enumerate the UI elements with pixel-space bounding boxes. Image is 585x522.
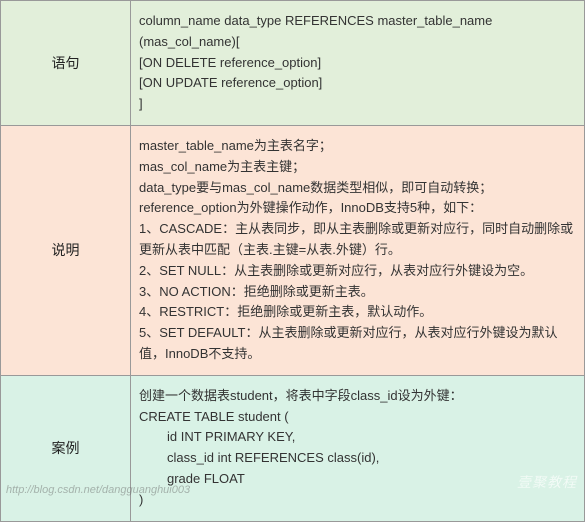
desc-line: 4、RESTRICT：拒绝删除或更新主表，默认动作。 — [139, 302, 576, 323]
row-example: 案例 创建一个数据表student，将表中字段class_id设为外键： CRE… — [1, 375, 585, 521]
label-description: 说明 — [1, 125, 131, 375]
desc-line: master_table_name为主表名字； — [139, 136, 576, 157]
example-line: ) — [139, 490, 576, 511]
syntax-line: column_name data_type REFERENCES master_… — [139, 11, 576, 32]
syntax-line: [ON UPDATE reference_option] — [139, 73, 576, 94]
watermark-url: http://blog.csdn.net/dangguanghui003 — [6, 484, 190, 496]
content-description: master_table_name为主表名字； mas_col_name为主表主… — [131, 125, 585, 375]
watermark-brand: 壹聚教程 — [517, 472, 577, 492]
desc-line: reference_option为外键操作动作，InnoDB支持5种，如下： — [139, 198, 576, 219]
desc-line: 3、NO ACTION：拒绝删除或更新主表。 — [139, 282, 576, 303]
reference-table: 语句 column_name data_type REFERENCES mast… — [0, 0, 585, 522]
label-example: 案例 — [1, 375, 131, 521]
desc-line: 2、SET NULL：从主表删除或更新对应行，从表对应行外键设为空。 — [139, 261, 576, 282]
row-description: 说明 master_table_name为主表名字； mas_col_name为… — [1, 125, 585, 375]
row-syntax: 语句 column_name data_type REFERENCES mast… — [1, 1, 585, 126]
example-line: CREATE TABLE student ( — [139, 407, 576, 428]
content-syntax: column_name data_type REFERENCES master_… — [131, 1, 585, 126]
syntax-line: [ON DELETE reference_option] — [139, 53, 576, 74]
content-example: 创建一个数据表student，将表中字段class_id设为外键： CREATE… — [131, 375, 585, 521]
example-line: id INT PRIMARY KEY, — [139, 427, 576, 448]
syntax-line: (mas_col_name)[ — [139, 32, 576, 53]
desc-line: 5、SET DEFAULT：从主表删除或更新对应行，从表对应行外键设为默认值，I… — [139, 323, 576, 365]
label-syntax: 语句 — [1, 1, 131, 126]
desc-line: mas_col_name为主表主键； — [139, 157, 576, 178]
desc-line: 1、CASCADE：主从表同步，即从主表删除或更新对应行，同时自动删除或更新从表… — [139, 219, 576, 261]
example-line: class_id int REFERENCES class(id), — [139, 448, 576, 469]
example-line: 创建一个数据表student，将表中字段class_id设为外键： — [139, 386, 576, 407]
example-line: grade FLOAT — [139, 469, 576, 490]
desc-line: data_type要与mas_col_name数据类型相似，即可自动转换； — [139, 178, 576, 199]
syntax-line: ] — [139, 94, 576, 115]
